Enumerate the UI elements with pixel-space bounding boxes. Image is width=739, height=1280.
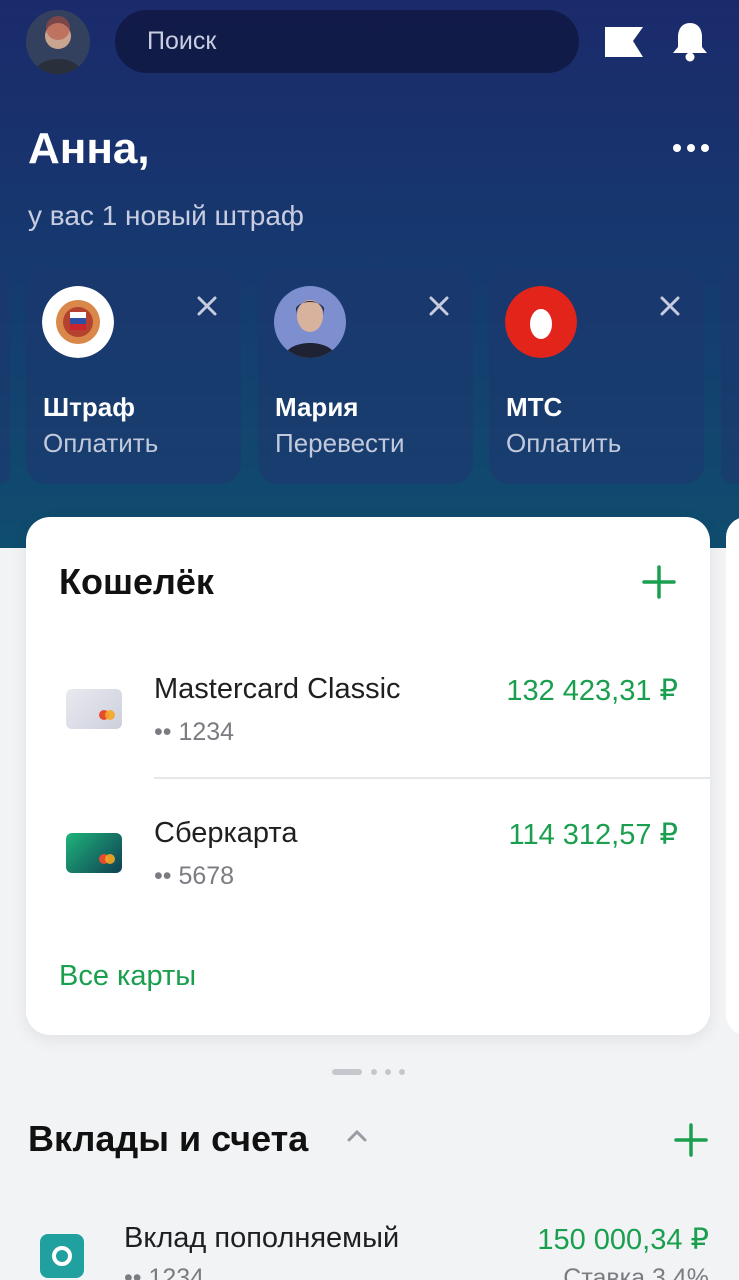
search-input[interactable]: Поиск — [115, 10, 579, 73]
mts-logo-icon — [505, 286, 577, 358]
greeting-subtitle: у вас 1 новый штраф — [28, 200, 304, 231]
divider — [154, 777, 710, 779]
flag-icon[interactable] — [603, 24, 645, 60]
deposit-icon — [40, 1234, 84, 1278]
card-name[interactable]: Сберкарта — [154, 817, 298, 850]
close-icon[interactable] — [427, 294, 451, 318]
deposits-title[interactable]: Вклады и счета — [28, 1118, 308, 1160]
greeting-name: Анна, — [28, 124, 150, 173]
sbercard-thumb-icon — [66, 833, 122, 873]
wallet-title: Кошелёк — [59, 561, 214, 602]
story-edge-right — [721, 270, 739, 484]
story-title: Штраф — [43, 392, 135, 422]
card-balance: 114 312,57 ₽ — [508, 819, 679, 851]
bell-icon[interactable] — [670, 20, 710, 62]
mastercard-thumb-icon — [66, 689, 122, 729]
deposit-name[interactable]: Вклад пополняемый — [124, 1222, 399, 1255]
all-cards-link[interactable]: Все карты — [59, 960, 196, 993]
card-balance: 132 423,31 ₽ — [506, 675, 678, 707]
story-card-maria[interactable]: Мария Перевести — [258, 270, 473, 484]
story-action: Перевести — [275, 428, 405, 458]
pager-dots — [332, 1069, 405, 1075]
card-number: •• 5678 — [154, 862, 235, 890]
wallet-card: Кошелёк Mastercard Classic •• 1234 132 4… — [26, 517, 710, 1035]
profile-avatar[interactable] — [26, 10, 90, 74]
add-deposit-plus-icon[interactable] — [673, 1122, 709, 1158]
deposit-number: •• 1234 — [124, 1264, 205, 1280]
deposit-rate: Ставка 3,4% — [563, 1264, 709, 1280]
story-action: Оплатить — [43, 428, 159, 458]
deposit-balance: 150 000,34 ₽ — [537, 1224, 709, 1256]
close-icon[interactable] — [195, 294, 219, 318]
story-edge-left — [0, 270, 10, 484]
contact-avatar — [274, 286, 346, 358]
traffic-police-emblem-icon — [42, 286, 114, 358]
search-placeholder: Поиск — [147, 27, 217, 55]
close-icon[interactable] — [658, 294, 682, 318]
story-title: Мария — [275, 392, 359, 422]
story-action: Оплатить — [506, 428, 622, 458]
story-title: МТС — [506, 392, 563, 422]
card-name[interactable]: Mastercard Classic — [154, 673, 401, 706]
story-card-mts[interactable]: МТС Оплатить — [489, 270, 704, 484]
add-card-plus-icon[interactable] — [641, 564, 677, 600]
next-widget-peek — [726, 517, 739, 1035]
story-card-fine[interactable]: Штраф Оплатить — [26, 270, 241, 484]
card-number: •• 1234 — [154, 718, 235, 746]
chevron-up-icon[interactable] — [346, 1128, 368, 1144]
more-icon[interactable] — [672, 140, 710, 156]
